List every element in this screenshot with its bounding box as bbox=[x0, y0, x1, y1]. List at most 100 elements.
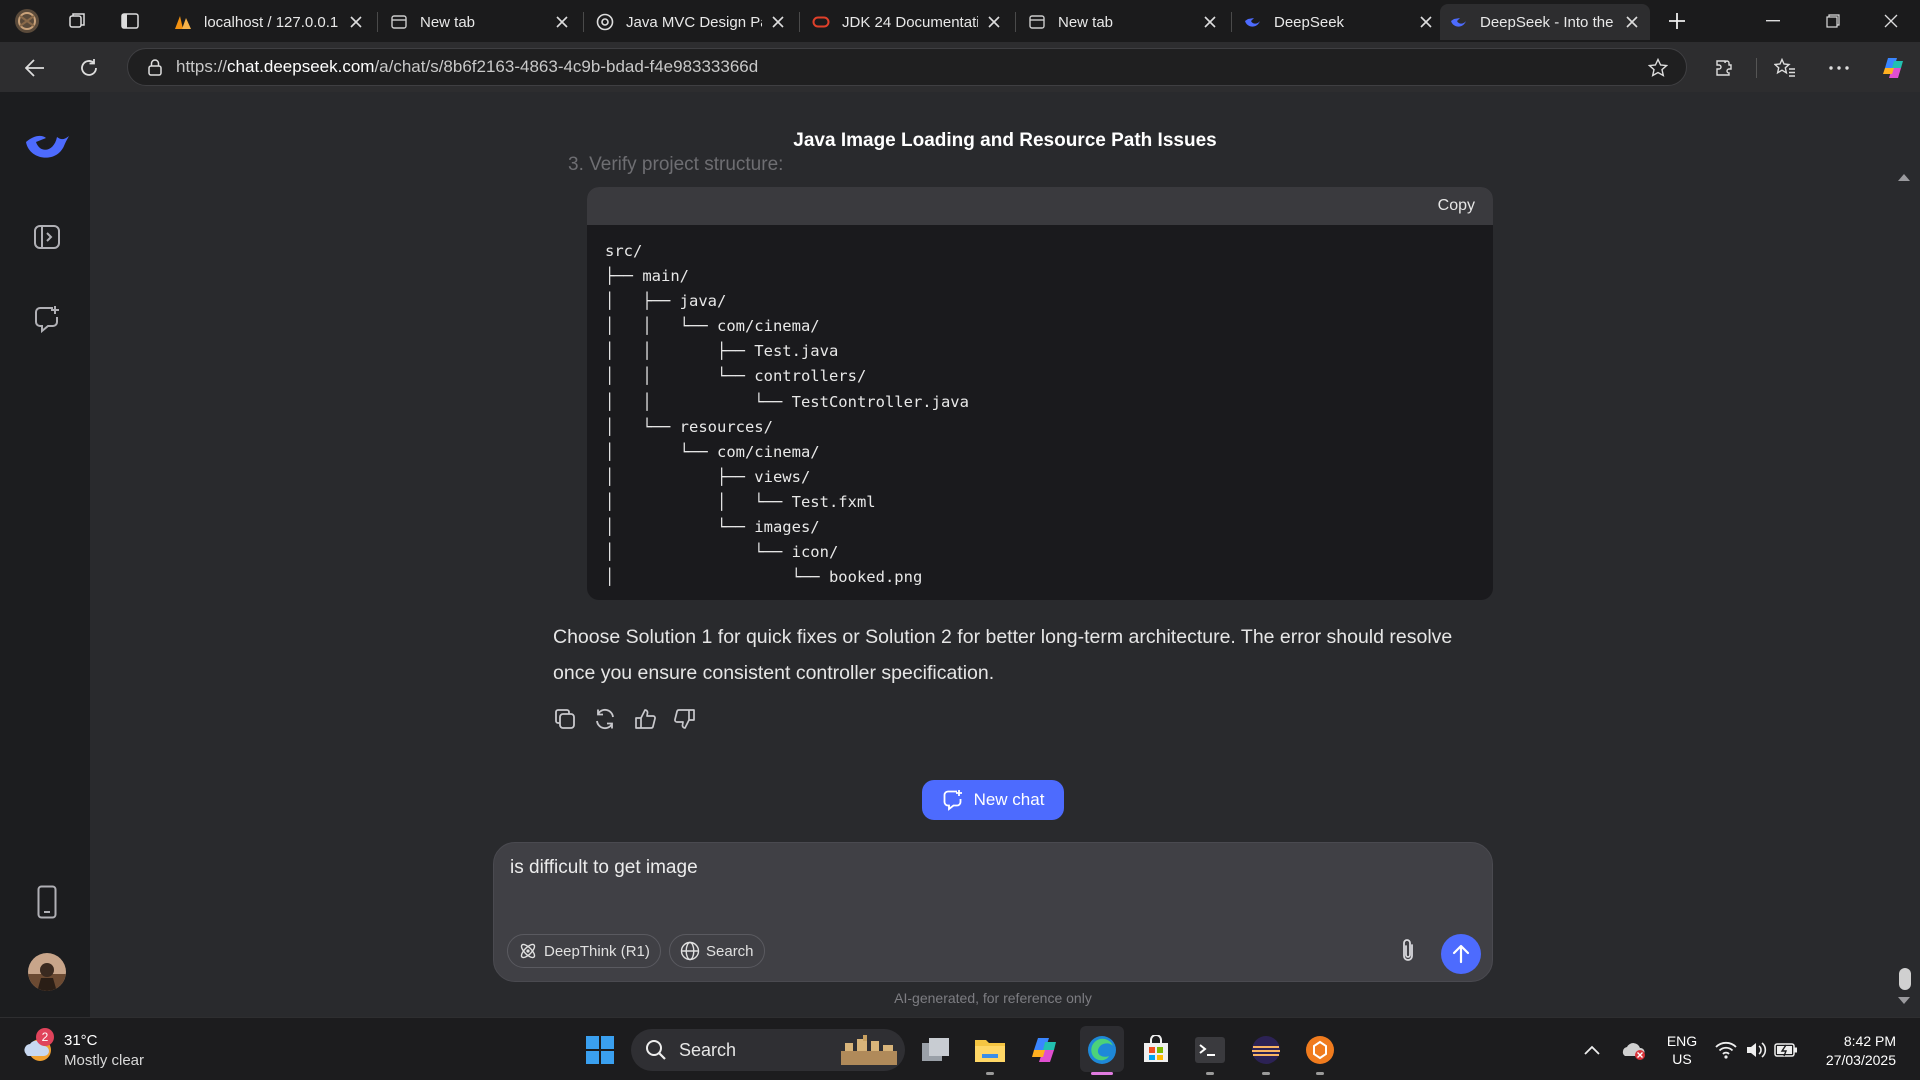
tab-java-mvc[interactable]: Java MVC Design Pat bbox=[586, 4, 796, 40]
favorites-icon[interactable] bbox=[1768, 51, 1802, 85]
close-window-icon[interactable] bbox=[1862, 0, 1920, 42]
close-tab-icon[interactable] bbox=[770, 14, 786, 30]
thumbs-down-icon[interactable] bbox=[670, 704, 700, 734]
back-icon[interactable] bbox=[18, 51, 52, 85]
ai-disclaimer: AI-generated, for reference only bbox=[894, 990, 1092, 1006]
deepseek-icon bbox=[1244, 13, 1262, 31]
search-label: Search bbox=[706, 942, 754, 960]
code-line: │ └── icon/ bbox=[605, 543, 839, 562]
language-indicator[interactable]: ENG US bbox=[1664, 1032, 1700, 1068]
weather-temperature[interactable]: 31°C bbox=[64, 1032, 98, 1049]
eclipse-icon[interactable] bbox=[1246, 1030, 1286, 1070]
tab-title: New tab bbox=[420, 13, 476, 31]
search-toggle[interactable]: Search bbox=[669, 934, 765, 968]
more-options-icon[interactable] bbox=[1822, 51, 1856, 85]
file-explorer-icon[interactable] bbox=[970, 1030, 1010, 1070]
favorite-star-icon[interactable] bbox=[1648, 58, 1668, 78]
close-tab-icon[interactable] bbox=[348, 14, 364, 30]
code-block: Copy src/ ├── main/ │ ├── java/ │ │ └── … bbox=[587, 187, 1493, 600]
copilot-taskbar-icon[interactable] bbox=[1024, 1030, 1064, 1070]
onedrive-status-icon[interactable] bbox=[1614, 1030, 1654, 1070]
regenerate-icon[interactable] bbox=[590, 704, 620, 734]
code-block-header: Copy bbox=[587, 187, 1493, 225]
url-text[interactable]: https://chat.deepseek.com/a/chat/s/8b6f2… bbox=[176, 57, 758, 77]
newtab-icon bbox=[1028, 13, 1046, 31]
tab-title: DeepSeek - Into the bbox=[1480, 13, 1614, 31]
phpmyadmin-icon bbox=[174, 13, 192, 31]
search-icon bbox=[646, 1040, 666, 1060]
oracle-icon bbox=[812, 13, 830, 31]
close-tab-icon[interactable] bbox=[986, 14, 1002, 30]
weather-description[interactable]: Mostly clear bbox=[64, 1052, 144, 1069]
deepthink-toggle[interactable]: DeepThink (R1) bbox=[507, 934, 661, 968]
tab-deepseek-active[interactable]: DeepSeek - Into the bbox=[1440, 4, 1650, 40]
new-chat-rail-icon[interactable] bbox=[22, 294, 72, 344]
copy-code-button[interactable]: Copy bbox=[1438, 197, 1475, 215]
attach-file-icon[interactable] bbox=[1392, 935, 1424, 967]
scroll-down-arrow-icon[interactable] bbox=[1897, 996, 1911, 1006]
new-tab-icon[interactable] bbox=[1662, 6, 1692, 36]
tab-title: localhost / 127.0.0.1 bbox=[204, 13, 339, 31]
minimize-icon[interactable] bbox=[1744, 0, 1802, 42]
profile-avatar-icon[interactable] bbox=[12, 6, 42, 36]
chatgpt-icon bbox=[596, 13, 614, 31]
weather-badge: 2 bbox=[36, 1028, 54, 1046]
scroll-up-arrow-icon[interactable] bbox=[1897, 172, 1911, 182]
close-tab-icon[interactable] bbox=[1202, 14, 1218, 30]
message-input[interactable] bbox=[510, 857, 1410, 879]
address-bar[interactable]: https://chat.deepseek.com/a/chat/s/8b6f2… bbox=[127, 48, 1687, 86]
scrollbar-thumb[interactable] bbox=[1899, 968, 1911, 990]
system-clock[interactable]: 8:42 PM 27/03/2025 bbox=[1800, 1032, 1896, 1070]
user-avatar[interactable] bbox=[22, 947, 72, 997]
copy-message-icon[interactable] bbox=[550, 704, 580, 734]
task-view-icon[interactable] bbox=[916, 1030, 956, 1070]
close-tab-icon[interactable] bbox=[1624, 14, 1640, 30]
tab-title: JDK 24 Documentati bbox=[842, 13, 978, 31]
code-line: src/ bbox=[605, 242, 643, 260]
thumbs-up-icon[interactable] bbox=[630, 704, 660, 734]
send-button[interactable] bbox=[1441, 934, 1481, 974]
new-chat-button[interactable]: New chat bbox=[922, 780, 1064, 820]
edge-icon[interactable] bbox=[1082, 1030, 1122, 1070]
mobile-app-icon[interactable] bbox=[22, 877, 72, 927]
refresh-icon[interactable] bbox=[72, 51, 106, 85]
code-line: │ │ └── Test.fxml bbox=[605, 492, 876, 511]
extensions-icon[interactable] bbox=[1707, 51, 1741, 85]
tab-deepseek[interactable]: DeepSeek bbox=[1234, 4, 1444, 40]
taskbar-search[interactable]: Search bbox=[631, 1029, 905, 1071]
copilot-icon[interactable] bbox=[1876, 51, 1910, 85]
tab-new-tab-1[interactable]: New tab bbox=[380, 4, 580, 40]
lock-icon[interactable] bbox=[148, 58, 162, 76]
deepseek-icon bbox=[1450, 13, 1468, 31]
close-tab-icon[interactable] bbox=[554, 14, 570, 30]
page-title: Java Image Loading and Resource Path Iss… bbox=[793, 130, 1217, 151]
code-line: ├── main/ bbox=[605, 267, 689, 286]
workspaces-icon[interactable] bbox=[62, 6, 92, 36]
close-tab-icon[interactable] bbox=[1418, 14, 1434, 30]
deepthink-label: DeepThink (R1) bbox=[544, 942, 650, 960]
windows-start-icon[interactable] bbox=[580, 1030, 620, 1070]
code-line: │ └── booked.png bbox=[605, 568, 923, 587]
restore-icon[interactable] bbox=[1804, 0, 1862, 42]
orange-app-icon[interactable] bbox=[1300, 1030, 1340, 1070]
terminal-icon[interactable] bbox=[1190, 1030, 1230, 1070]
keyboard-layout: US bbox=[1672, 1051, 1692, 1067]
clock-date: 27/03/2025 bbox=[1825, 1052, 1896, 1068]
vertical-tabs-icon[interactable] bbox=[115, 6, 145, 36]
globe-icon bbox=[680, 941, 700, 961]
tab-new-tab-2[interactable]: New tab bbox=[1018, 4, 1228, 40]
code-line: │ │ └── com/cinema/ bbox=[605, 317, 820, 336]
deepseek-logo-icon[interactable] bbox=[22, 121, 72, 171]
tab-localhost[interactable]: localhost / 127.0.0.1 bbox=[164, 4, 374, 40]
microsoft-store-icon[interactable] bbox=[1136, 1030, 1176, 1070]
browser-tab-strip: localhost / 127.0.0.1 New tab Java MVC D… bbox=[0, 0, 1920, 42]
tab-jdk-docs[interactable]: JDK 24 Documentati bbox=[802, 4, 1012, 40]
show-hidden-icons-icon[interactable] bbox=[1572, 1030, 1612, 1070]
arrow-up-icon bbox=[1452, 944, 1470, 964]
search-highlight-icon bbox=[839, 1033, 911, 1067]
browser-toolbar: https://chat.deepseek.com/a/chat/s/8b6f2… bbox=[0, 42, 1920, 92]
code-line: │ └── resources/ bbox=[605, 417, 773, 436]
open-sidebar-icon[interactable] bbox=[22, 212, 72, 262]
code-line: │ ├── views/ bbox=[605, 467, 811, 486]
atom-icon bbox=[520, 943, 536, 959]
